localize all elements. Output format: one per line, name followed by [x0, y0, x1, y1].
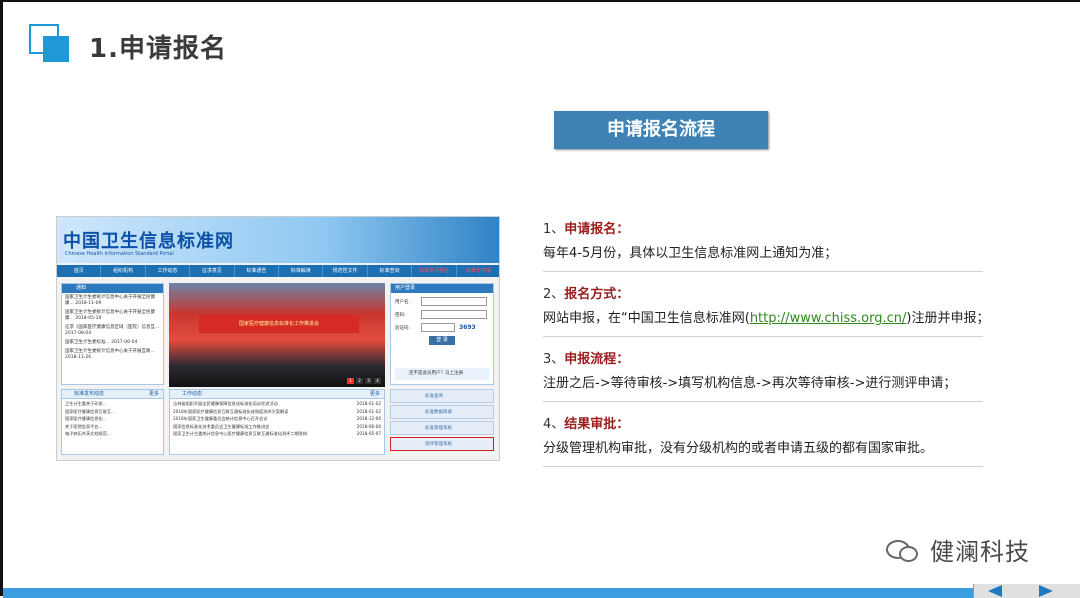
- site-nav-item[interactable]: 工作动态: [146, 265, 191, 277]
- step-text: 注册之后->等待审核->填写机构信息->再次等待审核->进行测评申请；: [543, 376, 957, 391]
- work-news-heading: 工作动态: [182, 391, 203, 397]
- prev-arrow-icon[interactable]: [988, 585, 1002, 597]
- website-link[interactable]: http://www.chiss.org.cn/: [750, 311, 907, 326]
- website-screenshot: 中国卫生信息标准网 Chinese Health Information Sta…: [56, 216, 500, 461]
- login-heading: 用户登录: [391, 284, 493, 293]
- quick-link-button-selected[interactable]: 测评管理系统: [390, 437, 494, 451]
- site-nav-item[interactable]: 标准查询: [368, 265, 413, 277]
- step-item: 1、申请报名： 每年4-5月份，具体以卫生信息标准网上通知为准；: [543, 220, 983, 272]
- photo-page[interactable]: 4: [374, 378, 381, 384]
- step-number: 2、: [543, 287, 565, 302]
- slide-title: 1.申请报名: [89, 34, 227, 64]
- username-input[interactable]: [421, 297, 487, 306]
- notice-panel: 通知 国家卫生计生委统计信息中心关于开展全民健康... 2018-11-09 国…: [61, 283, 164, 385]
- next-arrow-icon[interactable]: [1039, 585, 1053, 597]
- notice-item[interactable]: 国家卫生计生委统计信息中心关于开展全民健康... 2018-11-09: [65, 295, 160, 307]
- site-nav-item[interactable]: 标准解读: [279, 265, 324, 277]
- work-news-item[interactable]: 2018年国家医疗健康信息互联互通标准化成熟度测评方案解读 2018-01-02: [173, 408, 381, 416]
- step-title: 申请报名：: [564, 222, 630, 237]
- site-nav: 首页 组织机构 工作动态 征求意见 标准通告 标准解读 规范性文件 标准查询 标…: [57, 265, 499, 277]
- photo-page[interactable]: 1: [347, 378, 354, 384]
- work-news-more-link[interactable]: 更多: [370, 390, 380, 399]
- slide: 1.申请报名 申请报名流程 中国卫生信息标准网 Chinese Health I…: [0, 0, 1080, 598]
- site-nav-item[interactable]: 标准通告: [235, 265, 280, 277]
- quick-link-button[interactable]: 标准查询: [390, 389, 494, 403]
- photo-page[interactable]: 2: [356, 378, 363, 384]
- standards-heading: 标准发布动态: [74, 391, 105, 397]
- register-link[interactable]: 还不是会员用户？马上注册: [395, 368, 489, 380]
- step-item: 4、结果审批： 分级管理机构审批，没有分级机构的或者申请五级的都有国家审批。: [543, 415, 983, 467]
- step-title: 结果审批：: [564, 417, 630, 432]
- watermark-text: 健澜科技: [930, 538, 1030, 566]
- wechat-icon: [886, 536, 920, 564]
- work-news-item[interactable]: 国家卫生计生委统计信息中心医疗健康信息互联互通标准化测评二期答辩 2018-05-…: [173, 430, 381, 438]
- photo-banner: 国家医疗健康信息标准化工作推进会: [199, 315, 359, 333]
- notice-item[interactable]: 国家卫生计生委统计信息中心关于开展互联... 2018-11-26: [65, 349, 160, 361]
- watermark: 健澜科技: [886, 532, 1030, 567]
- step-item: 2、报名方式： 网站申报，在“中国卫生信息标准网(http://www.chis…: [543, 285, 990, 337]
- standards-item[interactable]: 卫生计生委关于印发...: [65, 400, 160, 408]
- captcha-label: 验证码:: [395, 325, 411, 331]
- site-subtitle: Chinese Health Information Standard Port…: [65, 251, 174, 257]
- notice-item[interactable]: 国家卫生计生委标准... 2017-06-04: [65, 340, 160, 346]
- title-decoration-fill: [43, 36, 69, 62]
- quick-link-button[interactable]: 标准数据目录: [390, 405, 494, 419]
- standards-panel: 标准发布动态 更多 卫生计生委关于印发... 国家医疗健康信息互联互... 国家…: [61, 389, 164, 455]
- photo-pager: 1 2 3 4: [347, 378, 381, 384]
- site-title: 中国卫生信息标准网: [63, 231, 234, 252]
- password-input[interactable]: [421, 310, 487, 319]
- standards-item[interactable]: 国家医疗健康信息化...: [65, 415, 160, 423]
- step-text: 每年4-5月份，具体以卫生信息标准网上通知为准；: [543, 246, 838, 261]
- site-nav-item[interactable]: 标准测评报名: [412, 265, 457, 277]
- step-item: 3、申报流程： 注册之后->等待审核->填写机构信息->再次等待审核->进行测评…: [543, 350, 983, 402]
- standards-more-link[interactable]: 更多: [149, 390, 159, 399]
- captcha-input[interactable]: [421, 323, 455, 332]
- steps-list: 1、申请报名： 每年4-5月份，具体以卫生信息标准网上通知为准； 2、报名方式：…: [543, 220, 990, 480]
- site-nav-item[interactable]: 标准化申报: [457, 265, 499, 277]
- login-panel: 用户登录 用户名: 密码: 验证码: 3693 登 录 还不是会员用户？马上注册: [390, 283, 494, 385]
- standards-item[interactable]: 电子病历共享文档规范...: [65, 430, 160, 438]
- step-number: 3、: [543, 352, 565, 367]
- notice-item[interactable]: 国家卫生计生委统计信息中心关于开展全民健康... 2018-05-19: [65, 310, 160, 322]
- site-nav-item[interactable]: 征求意见: [190, 265, 235, 277]
- notice-heading: 通知: [62, 284, 163, 293]
- flow-heading: 申请报名流程: [554, 111, 768, 149]
- site-header: 中国卫生信息标准网 Chinese Health Information Sta…: [57, 217, 499, 263]
- quick-links: 标准查询 标准数据目录 标准管理系统 测评管理系统: [390, 389, 494, 453]
- work-news-item[interactable]: 国家信息标准化技术委员会卫生健康标准工作推进会 2018-06-06: [173, 423, 381, 431]
- captcha-image: 3693: [459, 324, 476, 331]
- login-button[interactable]: 登 录: [429, 336, 455, 345]
- notice-item[interactable]: 征求《国家医疗健康信息区域（医院）信息互... 2017-08-04: [65, 325, 160, 337]
- standards-item[interactable]: 国家医疗健康信息互联互...: [65, 408, 160, 416]
- site-nav-item[interactable]: 首页: [57, 265, 102, 277]
- photo-page[interactable]: 3: [365, 378, 372, 384]
- step-text: 分级管理机构审批，没有分级机构的或者申请五级的都有国家审批。: [543, 441, 934, 456]
- username-label: 用户名:: [395, 299, 411, 305]
- news-photo[interactable]: 国家医疗健康信息标准化工作推进会 1 2 3 4: [169, 283, 385, 387]
- step-title: 报名方式：: [564, 287, 630, 302]
- step-number: 1、: [543, 222, 565, 237]
- work-news-item[interactable]: 2018年国家卫生健康委员会统计信息中心召开会议 2018-12-06: [173, 415, 381, 423]
- standards-item[interactable]: 关于医院信息平台...: [65, 423, 160, 431]
- site-nav-item[interactable]: 规范性文件: [323, 265, 368, 277]
- step-text: 网站申报，在“中国卫生信息标准网(http://www.chiss.org.cn…: [543, 311, 990, 326]
- site-nav-item[interactable]: 组织机构: [101, 265, 146, 277]
- step-number: 4、: [543, 417, 565, 432]
- bottom-bar: [3, 588, 1080, 598]
- quick-link-button[interactable]: 标准管理系统: [390, 421, 494, 435]
- step-title: 申报流程：: [564, 352, 630, 367]
- work-news-panel: 工作动态 更多 吉林省组织开展全民健康保障信息化标准化培训交流活动 2018-01…: [169, 389, 385, 455]
- work-news-item[interactable]: 吉林省组织开展全民健康保障信息化标准化培训交流活动 2018-01-02: [173, 400, 381, 408]
- password-label: 密码:: [395, 312, 406, 318]
